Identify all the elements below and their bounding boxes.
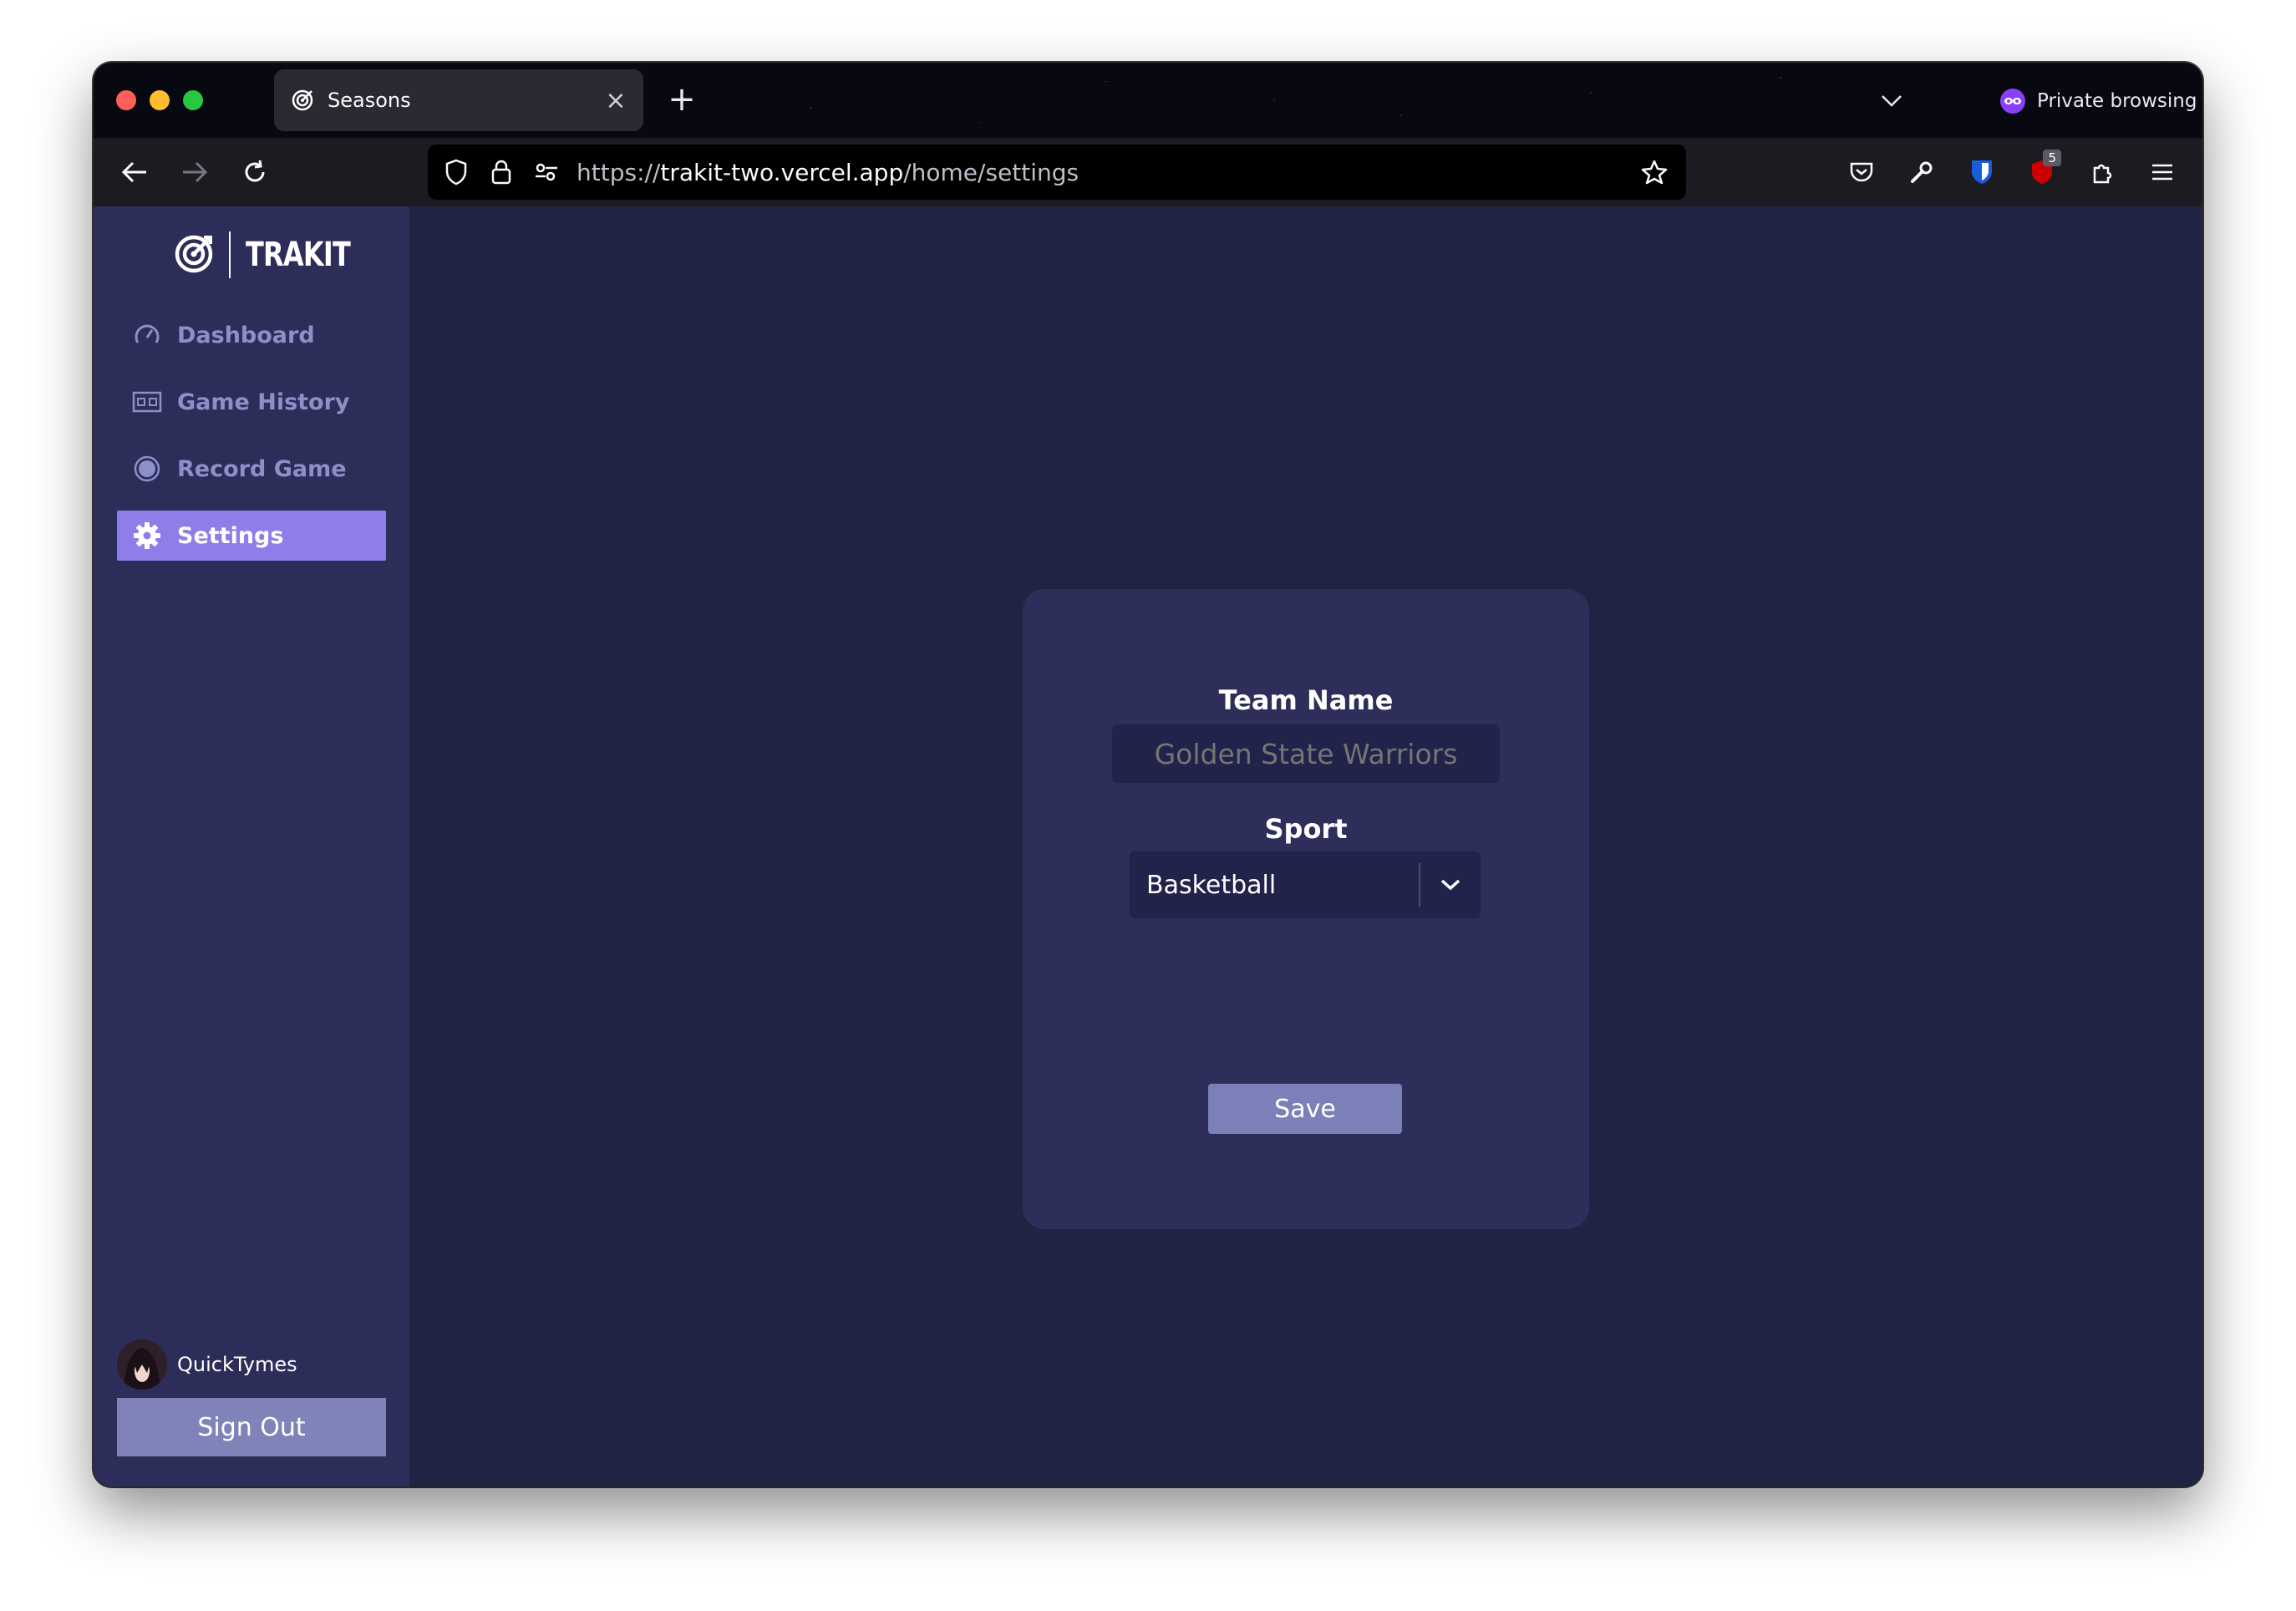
forward-arrow-icon[interactable]: [177, 155, 212, 190]
minimize-window-button[interactable]: [150, 90, 170, 110]
sidebar-item-game-history[interactable]: Game History: [117, 377, 386, 427]
close-tab-icon[interactable]: ×: [603, 86, 628, 115]
chevron-down-icon[interactable]: [1420, 851, 1481, 918]
private-browsing-indicator: Private browsing: [2000, 84, 2197, 118]
site-permissions-icon[interactable]: [531, 157, 561, 187]
reload-icon[interactable]: [237, 155, 272, 190]
url-scheme: https://: [577, 158, 661, 186]
sidebar-item-dashboard[interactable]: Dashboard: [117, 310, 386, 360]
url-text[interactable]: https://trakit-two.vercel.app/home/setti…: [577, 159, 1639, 186]
gear-icon: [132, 521, 162, 551]
ublock-extension-icon[interactable]: 5: [2024, 150, 2061, 190]
lock-icon[interactable]: [486, 157, 516, 187]
user-profile[interactable]: QuickTymes: [117, 1339, 297, 1390]
sidebar-item-label: Record Game: [177, 455, 347, 482]
tab-list-chevron-icon[interactable]: [1875, 84, 1908, 118]
sidebar-item-record-game[interactable]: Record Game: [117, 444, 386, 494]
url-host: trakit-two.vercel.app: [660, 158, 904, 186]
target-icon: [291, 89, 314, 112]
navigation-toolbar: https://trakit-two.vercel.app/home/setti…: [94, 138, 2202, 206]
wrench-icon[interactable]: [1904, 155, 1939, 190]
private-browsing-label: Private browsing: [2037, 90, 2197, 112]
scoreboard-icon: [132, 387, 162, 417]
brand-name: TRAKIT: [246, 236, 351, 274]
tracking-shield-icon[interactable]: [441, 157, 471, 187]
username: QuickTymes: [177, 1353, 297, 1376]
sidebar: TRAKIT Dashboard Game History Record Gam…: [94, 206, 409, 1486]
tab-bar: Seasons × + Private browsing: [94, 63, 2202, 138]
tab-title: Seasons: [328, 89, 411, 112]
gauge-icon: [132, 320, 162, 350]
avatar: [117, 1339, 167, 1390]
extension-badge: 5: [2043, 150, 2061, 166]
hamburger-menu-icon[interactable]: [2145, 155, 2180, 190]
sport-select-value: Basketball: [1146, 870, 1277, 900]
pocket-icon[interactable]: [1844, 155, 1879, 190]
bookmark-star-icon[interactable]: [1639, 157, 1669, 187]
extensions-puzzle-icon[interactable]: [2085, 155, 2120, 190]
brand-divider: [229, 231, 231, 278]
browser-window: Seasons × + Private browsing https://tra…: [94, 63, 2202, 1486]
record-icon: [132, 454, 162, 484]
zoom-window-button[interactable]: [183, 90, 203, 110]
sidebar-item-settings[interactable]: Settings: [117, 511, 386, 561]
save-button[interactable]: Save: [1208, 1084, 1402, 1134]
team-name-label: Team Name: [1218, 684, 1394, 716]
app-viewport: TRAKIT Dashboard Game History Record Gam…: [94, 206, 2202, 1486]
new-tab-button[interactable]: +: [663, 81, 700, 118]
password-manager-shield-icon[interactable]: [1964, 155, 1999, 190]
brand-logo[interactable]: TRAKIT: [174, 230, 376, 280]
sport-select[interactable]: Basketball: [1130, 851, 1481, 918]
target-logo-icon: [174, 232, 216, 277]
url-path: /home/settings: [903, 158, 1079, 186]
sidebar-item-label: Game History: [177, 389, 350, 415]
private-mask-icon: [2000, 89, 2025, 114]
sport-label: Sport: [1264, 813, 1348, 845]
sidebar-item-label: Dashboard: [177, 322, 315, 348]
settings-card: Team Name Sport Basketball Save: [1023, 589, 1589, 1229]
back-arrow-icon[interactable]: [117, 155, 152, 190]
close-window-button[interactable]: [116, 90, 136, 110]
sign-out-button[interactable]: Sign Out: [117, 1398, 386, 1456]
browser-tab[interactable]: Seasons ×: [274, 69, 643, 131]
team-name-input[interactable]: [1112, 724, 1500, 783]
address-bar[interactable]: https://trakit-two.vercel.app/home/setti…: [428, 145, 1686, 200]
sidebar-item-label: Settings: [177, 522, 284, 549]
